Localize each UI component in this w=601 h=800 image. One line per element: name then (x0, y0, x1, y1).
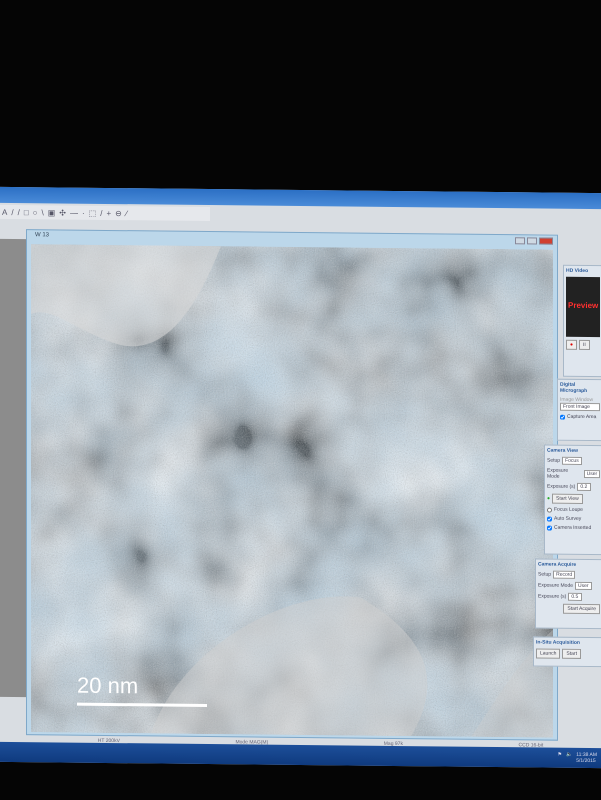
setup-select[interactable]: Record (553, 570, 576, 579)
video-preview: Preview (566, 276, 600, 338)
brush-tool-icon[interactable]: ⁄ (126, 209, 127, 218)
image-window[interactable]: W 13 20 nm (26, 229, 558, 741)
capture-label: Capture Area (567, 413, 597, 421)
maximize-button[interactable] (527, 237, 537, 245)
clock-date[interactable]: 5/1/2015 (576, 758, 595, 764)
arrow-tool-icon[interactable]: \ (42, 208, 44, 217)
front-image-select[interactable]: Front Image (560, 402, 600, 412)
exposure-input[interactable]: 0.2 (577, 482, 592, 492)
move-tool-icon[interactable]: ✣ (59, 208, 66, 217)
hd-video-panel: HD Video Preview ● II (563, 264, 601, 378)
setup-label: Setup (538, 571, 552, 578)
point-tool-icon[interactable]: · (82, 208, 85, 217)
line-tool-icon[interactable]: / (18, 208, 20, 217)
auto-survey-checkbox[interactable] (547, 516, 552, 522)
close-button[interactable] (539, 237, 553, 245)
panel-title: Camera Acquire (538, 561, 577, 568)
in-situ-panel: In-Situ Acquisition Launch Start (533, 636, 601, 668)
roi-tool-icon[interactable]: ▣ (48, 208, 56, 217)
start-acquire-button[interactable]: Start Acquire (563, 603, 600, 615)
camera-inserted-label: Camera Inserted (554, 524, 592, 532)
scale-bar-label: 20 nm (77, 672, 139, 699)
exposure-mode-label: Exposure Mode (547, 467, 569, 480)
cross-tool-icon[interactable]: + (106, 208, 111, 217)
setup-select[interactable]: Focus (562, 456, 582, 465)
exposure-mode-select[interactable]: User (583, 469, 600, 479)
camera-inserted-checkbox[interactable] (547, 525, 552, 531)
line-tool-icon[interactable]: / (11, 207, 13, 216)
select-tool-icon[interactable]: ⬚ (89, 208, 97, 217)
monitor-screen: A / / □ ○ \ ▣ ✣ — · ⬚ / + ⊖ ⁄ W 13 20 nm… (0, 186, 601, 769)
exposure-input[interactable]: 0.5 (568, 592, 583, 601)
camera-acquire-panel: Camera Acquire Setup Record Exposure Mode… (535, 558, 601, 630)
rect-tool-icon[interactable]: □ (24, 208, 29, 217)
pen-tool-icon[interactable]: / (100, 208, 102, 217)
preview-label: Preview (568, 300, 599, 311)
toolbar: A / / □ ○ \ ▣ ✣ — · ⬚ / + ⊖ ⁄ (0, 204, 210, 222)
focus-loupe-label: Focus Loupe (554, 506, 583, 513)
panel-title: In-Situ Acquisition (536, 639, 580, 646)
zoom-tool-icon[interactable]: ⊖ (115, 209, 122, 218)
digital-micrograph-panel: Digital Micrograph Image Window Front Im… (557, 378, 601, 442)
minimize-button[interactable] (515, 237, 525, 245)
oval-tool-icon[interactable]: ○ (33, 208, 38, 217)
record-button[interactable]: ● (566, 339, 578, 350)
text-tool-icon[interactable]: A (2, 207, 7, 216)
tem-micrograph[interactable]: 20 nm (31, 244, 553, 738)
capture-checkbox[interactable] (560, 414, 565, 420)
flag-icon[interactable]: ⚑ (558, 752, 562, 764)
pause-button[interactable]: II (579, 339, 590, 351)
profile-tool-icon[interactable]: — (70, 208, 78, 217)
exposure-mode-label: Exposure Mode (538, 582, 574, 589)
focus-loupe-checkbox[interactable] (547, 507, 552, 513)
start-button[interactable]: Start (562, 648, 581, 659)
start-view-button[interactable]: Start View (552, 493, 583, 504)
exposure-mode-select[interactable]: User (575, 581, 592, 591)
camera-view-panel: Camera View Setup Focus Exposure Mode User… (544, 444, 601, 556)
panel-title: HD Video (566, 267, 589, 275)
setup-label: Setup (547, 457, 561, 464)
auto-survey-label: Auto Survey (554, 515, 582, 522)
panel-title: Digital Micrograph (560, 381, 588, 395)
exposure-label: Exposure (s) (538, 593, 567, 600)
system-tray: ⚑ 🔈 11:38 AM 5/1/2015 (558, 752, 597, 764)
volume-icon[interactable]: 🔈 (566, 752, 572, 764)
exposure-label: Exposure (s) (547, 483, 576, 490)
status-ok-icon: ● (547, 495, 551, 502)
launch-button[interactable]: Launch (536, 648, 561, 659)
panel-title: Camera View (547, 447, 579, 454)
